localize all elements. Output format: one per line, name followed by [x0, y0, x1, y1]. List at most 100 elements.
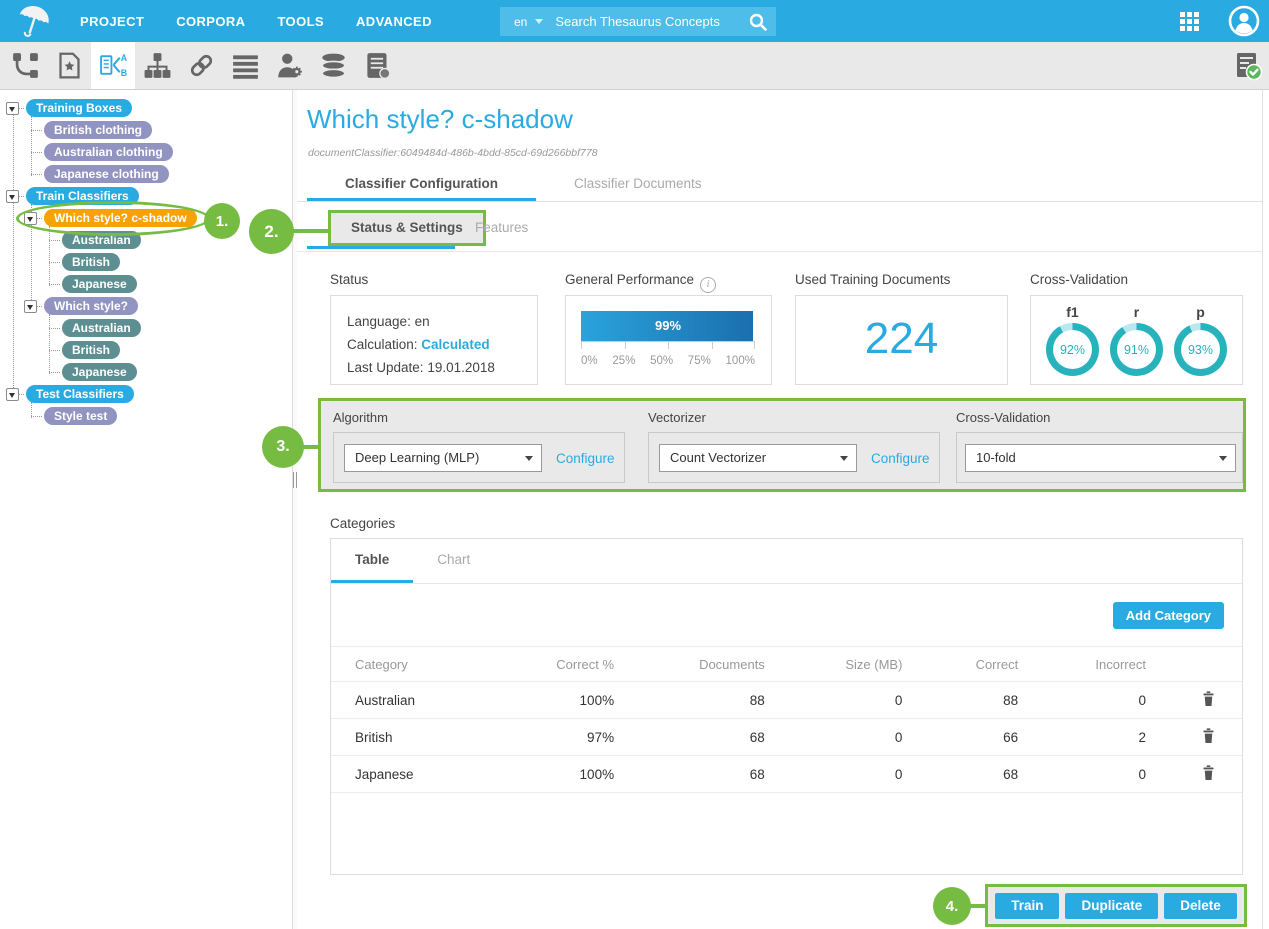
tree-row: Training Boxes — [0, 99, 292, 118]
menu-corpora[interactable]: CORPORA — [176, 14, 245, 29]
search-icon[interactable] — [740, 7, 776, 36]
expander-icon[interactable] — [24, 212, 37, 225]
tab-classifier-documents[interactable]: Classifier Documents — [536, 168, 740, 201]
search-input[interactable] — [555, 14, 740, 29]
documents-box: 224 — [795, 295, 1008, 385]
algorithm-label: Algorithm — [333, 410, 388, 425]
tree-row: Australian clothing — [0, 143, 292, 162]
flow-branch-icon[interactable] — [3, 42, 47, 89]
train-button[interactable]: Train — [995, 893, 1059, 919]
document-classifier-icon[interactable]: AB — [91, 42, 135, 89]
categories-table: CategoryCorrect %DocumentsSize (MB)Corre… — [331, 646, 1242, 793]
tree-item[interactable]: Japanese — [62, 363, 137, 381]
table-cell: 97% — [509, 719, 648, 756]
categories-tabs: Table Chart — [331, 539, 1242, 584]
cross-validation-box: f1 92% r 91% p 93% — [1030, 295, 1243, 385]
starred-document-icon[interactable] — [47, 42, 91, 89]
tree-item[interactable]: Australian clothing — [44, 143, 173, 161]
status-last-update: Last Update: 19.01.2018 — [347, 356, 537, 379]
chevron-down-icon[interactable] — [535, 19, 543, 24]
database-icon[interactable] — [311, 42, 355, 89]
menu-advanced[interactable]: ADVANCED — [356, 14, 432, 29]
table-cell: Australian — [331, 682, 509, 719]
tree-item[interactable]: British — [62, 253, 120, 271]
cross-validation-label: Cross-Validation — [1030, 272, 1128, 287]
tree-item[interactable]: Japanese — [62, 275, 137, 293]
performance-tick-labels: 0%25%50%75%100% — [581, 355, 755, 367]
expander-icon[interactable] — [6, 190, 19, 203]
table-cell: 68 — [648, 756, 799, 793]
table-cell: British — [331, 719, 509, 756]
list-icon[interactable] — [223, 42, 267, 89]
duplicate-button[interactable]: Duplicate — [1065, 893, 1158, 919]
delete-button[interactable]: Delete — [1164, 893, 1237, 919]
expander-icon[interactable] — [6, 102, 19, 115]
tab-classifier-configuration[interactable]: Classifier Configuration — [307, 168, 536, 201]
tree-row: Japanese clothing — [0, 165, 292, 184]
chevron-down-icon — [1219, 456, 1227, 461]
tree-row: Japanese — [0, 363, 292, 382]
delete-category-icon[interactable] — [1201, 690, 1216, 710]
chevron-down-icon — [525, 456, 533, 461]
algorithm-select[interactable]: Deep Learning (MLP) — [344, 444, 542, 472]
table-cell: 0 — [799, 719, 937, 756]
table-cell: 88 — [648, 682, 799, 719]
table-cell: 66 — [936, 719, 1052, 756]
tree-item[interactable]: Which style? — [44, 297, 138, 315]
info-icon[interactable]: i — [700, 277, 716, 293]
vectorizer-select[interactable]: Count Vectorizer — [659, 444, 857, 472]
table-row: British97%680662 — [331, 719, 1242, 756]
tree-item[interactable]: Style test — [44, 407, 117, 425]
user-avatar-icon[interactable] — [1228, 5, 1260, 37]
tab-chart[interactable]: Chart — [413, 539, 494, 583]
cross-validation-select[interactable]: 10-fold — [965, 444, 1236, 472]
configuration-subtabs: Status & Settings Features — [297, 202, 1262, 252]
expander-icon[interactable] — [24, 300, 37, 313]
link-icon[interactable] — [179, 42, 223, 89]
umbrella-logo-icon[interactable] — [14, 3, 52, 41]
column-header: Size (MB) — [799, 647, 937, 682]
tab-table[interactable]: Table — [331, 539, 413, 583]
classifier-uri: documentClassifier:6049484d-486b-4bdd-85… — [308, 147, 598, 159]
apps-grid-icon[interactable] — [1180, 12, 1199, 31]
delete-category-icon[interactable] — [1201, 727, 1216, 747]
tree-row: Which style? — [0, 297, 292, 316]
application-window: PROJECT CORPORA TOOLS ADVANCED en — [0, 0, 1269, 929]
table-cell: 0 — [1052, 756, 1180, 793]
database-server-icon[interactable] — [355, 42, 399, 89]
tree-item[interactable]: Japanese clothing — [44, 165, 169, 183]
table-cell: 0 — [1052, 682, 1180, 719]
add-category-button[interactable]: Add Category — [1113, 602, 1224, 629]
table-row: Japanese100%680680 — [331, 756, 1242, 793]
expander-icon[interactable] — [6, 388, 19, 401]
vectorizer-configure-link[interactable]: Configure — [871, 433, 930, 483]
table-header-row: CategoryCorrect %DocumentsSize (MB)Corre… — [331, 647, 1242, 682]
table-cell: 0 — [799, 756, 937, 793]
user-admin-icon[interactable] — [267, 42, 311, 89]
menu-project[interactable]: PROJECT — [80, 14, 144, 29]
performance-value: 99% — [581, 311, 755, 341]
menu-tools[interactable]: TOOLS — [277, 14, 324, 29]
status-language: Language: en — [347, 310, 537, 333]
documents-label: Used Training Documents — [795, 272, 950, 287]
tree-item[interactable]: Test Classifiers — [26, 385, 134, 403]
donut-r: r 91% — [1110, 304, 1163, 376]
table-cell: 2 — [1052, 719, 1180, 756]
search-language-selector[interactable]: en — [500, 15, 527, 29]
tree-item[interactable]: British clothing — [44, 121, 152, 139]
tree-item[interactable]: Training Boxes — [26, 99, 132, 117]
categories-label: Categories — [330, 516, 395, 531]
tree-item[interactable]: Train Classifiers — [26, 187, 139, 205]
delete-category-icon[interactable] — [1201, 764, 1216, 784]
tree-item-selected[interactable]: Which style? c-shadow — [44, 209, 197, 227]
tab-status-settings[interactable]: Status & Settings — [328, 210, 486, 246]
report-check-icon[interactable] — [1233, 42, 1263, 90]
tree-item[interactable]: Australian — [62, 231, 141, 249]
categories-panel: Table Chart Add Category CategoryCorrect… — [330, 538, 1243, 875]
algorithm-configure-link[interactable]: Configure — [556, 433, 615, 483]
tab-features[interactable]: Features — [475, 210, 528, 246]
sitemap-icon[interactable] — [135, 42, 179, 89]
tree-item[interactable]: British — [62, 341, 120, 359]
tree-row: Style test — [0, 407, 292, 426]
tree-item[interactable]: Australian — [62, 319, 141, 337]
